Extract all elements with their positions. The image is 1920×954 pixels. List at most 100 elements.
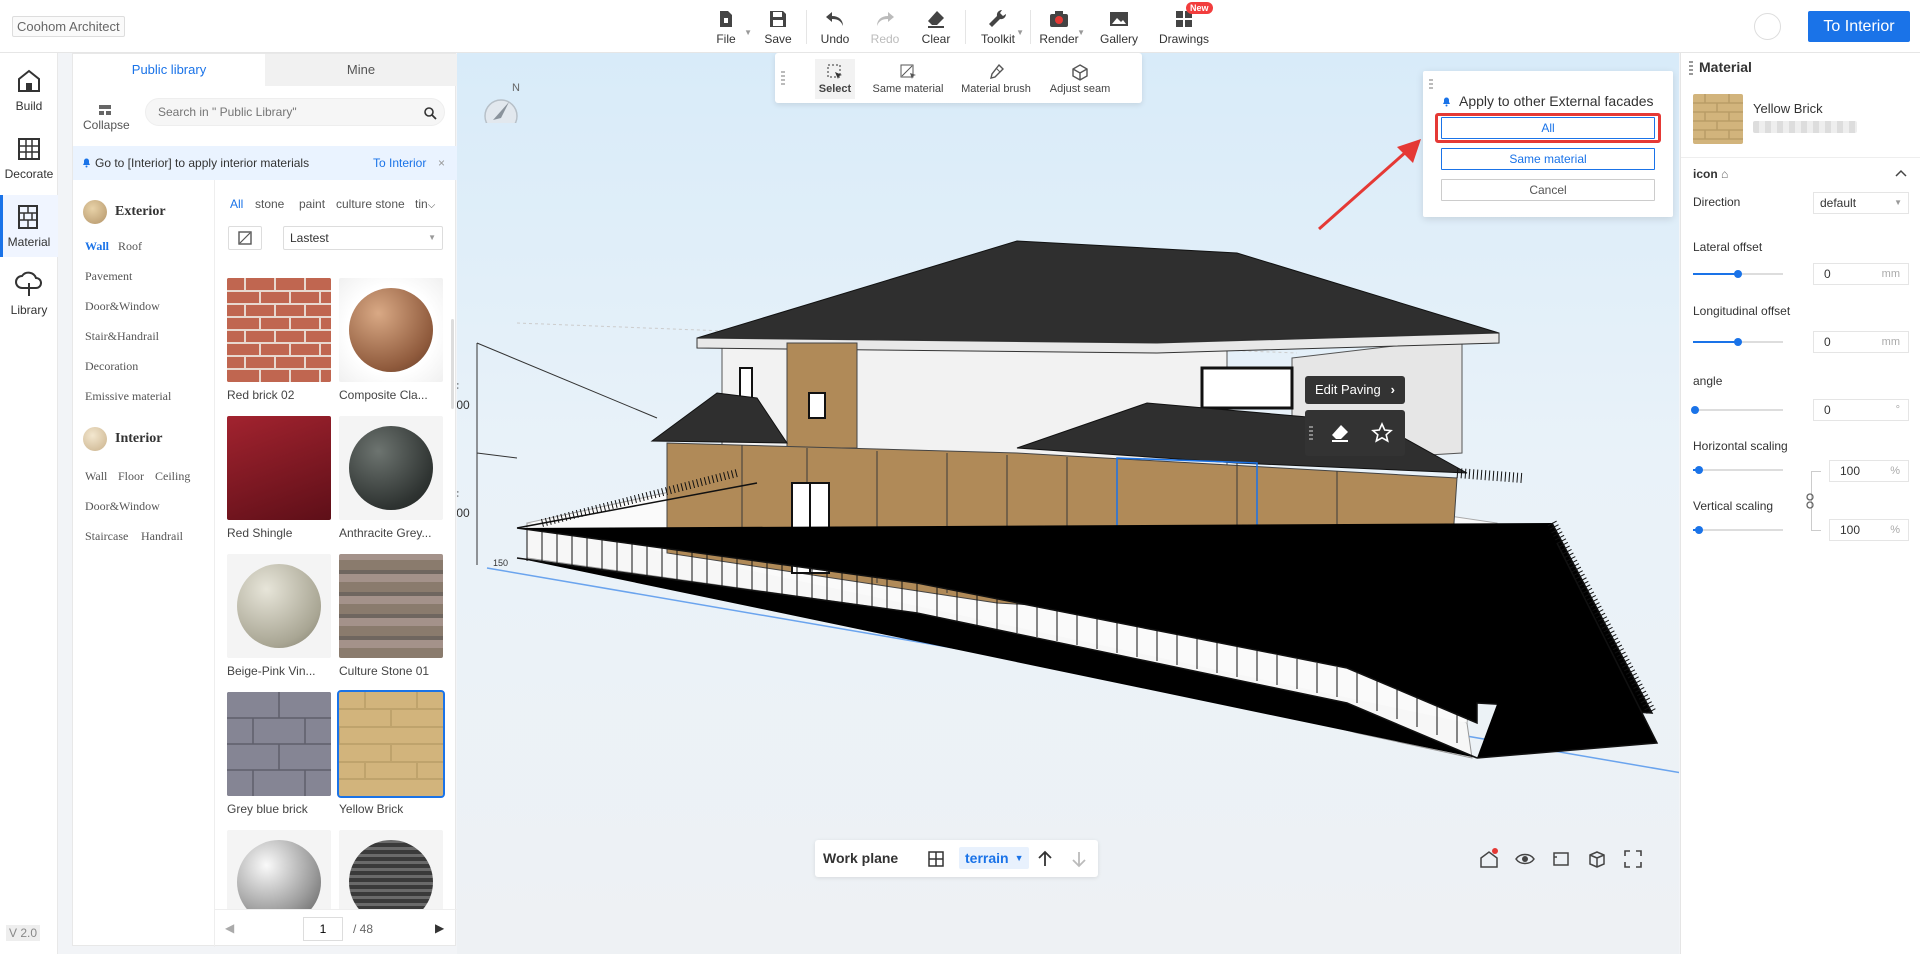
terrain-select[interactable]: terrain ▼ [959, 847, 1029, 869]
adjust-seam-tool[interactable]: Adjust seam [1045, 59, 1115, 99]
category-item-door-window[interactable]: Door&Window [85, 299, 160, 314]
select-tool[interactable]: Select [815, 59, 855, 99]
search-input[interactable] [145, 98, 445, 126]
chevron-up-icon[interactable] [1895, 169, 1907, 177]
filter-tin[interactable]: tin⌵ [415, 197, 435, 211]
category-item-pavement[interactable]: Pavement [85, 269, 132, 284]
avatar[interactable] [1754, 13, 1781, 40]
category-item-handrail[interactable]: Handrail [141, 529, 183, 544]
to-interior-button[interactable]: To Interior [1808, 11, 1910, 42]
longitudinal-offset-input[interactable]: 0 mm [1813, 331, 1909, 353]
drag-handle[interactable] [1429, 79, 1433, 91]
drag-handle[interactable] [1309, 426, 1313, 440]
collapse-button[interactable]: Collapse [83, 104, 130, 132]
angle-slider[interactable] [1691, 406, 1783, 414]
material-card-culture-stone-01[interactable]: Culture Stone 01 [339, 554, 443, 678]
grid-icon[interactable] [927, 850, 945, 868]
drag-handle[interactable] [1689, 61, 1693, 75]
tab-public-library[interactable]: Public library [73, 54, 265, 86]
rail-item-build[interactable]: Build [0, 59, 58, 121]
category-item-roof[interactable]: Roof [118, 239, 142, 254]
slider-knob[interactable] [1734, 270, 1742, 278]
category-item-interior-door-window[interactable]: Door&Window [85, 499, 160, 514]
apply-same-material-button[interactable]: Same material [1441, 148, 1655, 170]
toolkit-button[interactable]: Toolkit ▼ [970, 6, 1026, 48]
library-scrollbar[interactable] [451, 319, 454, 409]
next-page-icon[interactable]: ▶ [435, 921, 444, 935]
rail-item-decorate[interactable]: Decorate [0, 127, 58, 189]
edit-paving-button[interactable]: Edit Paving › [1305, 376, 1405, 404]
longitudinal-offset-slider[interactable] [1693, 338, 1783, 346]
material-card-yellow-brick[interactable]: Yellow Brick [337, 690, 445, 816]
material-card-dark-stripe[interactable] [339, 830, 443, 910]
material-card-grey-blue-brick[interactable]: Grey blue brick [227, 692, 331, 816]
drag-handle[interactable] [781, 71, 785, 85]
category-exterior[interactable]: Exterior [83, 200, 166, 224]
star-icon[interactable] [1371, 422, 1393, 444]
tab-mine[interactable]: Mine [265, 54, 457, 86]
material-card-metal[interactable] [227, 830, 331, 910]
category-item-decoration[interactable]: Decoration [85, 359, 138, 374]
rail-item-material[interactable]: Material [0, 195, 58, 257]
arrow-down-icon[interactable] [1071, 850, 1087, 868]
same-material-tool[interactable]: Same material [871, 59, 945, 99]
cancel-button[interactable]: Cancel [1441, 179, 1655, 201]
home-view-icon[interactable] [1478, 848, 1500, 870]
save-icon [770, 11, 786, 27]
angle-input[interactable]: 0 ° [1813, 399, 1909, 421]
eye-icon[interactable] [1514, 848, 1536, 870]
fullscreen-icon[interactable] [1622, 848, 1644, 870]
material-card-red-shingle[interactable]: Red Shingle [227, 416, 331, 540]
material-card-anthracite-grey[interactable]: Anthracite Grey... [339, 416, 443, 540]
save-button[interactable]: Save [750, 6, 806, 48]
page-input[interactable] [303, 917, 343, 941]
prev-page-icon[interactable]: ◀ [225, 921, 234, 935]
slider-knob[interactable] [1691, 406, 1699, 414]
close-icon[interactable]: × [438, 146, 445, 180]
3d-view-icon[interactable] [1586, 848, 1608, 870]
filter-stone[interactable]: stone [255, 197, 284, 211]
category-item-floor[interactable]: Floor [118, 469, 144, 484]
category-item-wall[interactable]: Wall [85, 239, 109, 254]
undo-button[interactable]: Undo [807, 6, 863, 48]
vertical-scaling-slider[interactable] [1693, 526, 1783, 534]
slider-knob[interactable] [1695, 526, 1703, 534]
slider-knob[interactable] [1734, 338, 1742, 346]
eraser-icon[interactable] [1329, 422, 1351, 444]
section-header[interactable]: icon ⌂ [1693, 167, 1728, 181]
category-item-interior-wall[interactable]: Wall [85, 469, 107, 484]
material-brush-tool[interactable]: Material brush [959, 59, 1033, 99]
category-item-staircase[interactable]: Staircase [85, 529, 128, 544]
link-icon[interactable] [1805, 493, 1815, 509]
render-button[interactable]: Render ▼ [1031, 6, 1087, 48]
3d-viewport[interactable]: N 2F 3000 1F 3000 150 [457, 53, 1679, 954]
lateral-offset-slider[interactable] [1693, 270, 1783, 278]
material-card-beige-pink-vinyl[interactable]: Beige-Pink Vin... [227, 554, 331, 678]
material-card-red-brick[interactable]: Red brick 02 [227, 278, 331, 402]
image-view-toggle[interactable] [228, 226, 262, 250]
category-item-emissive[interactable]: Emissive material [85, 389, 171, 404]
slider-knob[interactable] [1695, 466, 1703, 474]
notice-to-interior-link[interactable]: To Interior [373, 146, 426, 180]
rail-item-library[interactable]: Library [0, 263, 58, 325]
clear-button[interactable]: Clear [908, 6, 964, 48]
filter-paint[interactable]: paint [299, 197, 325, 211]
vertical-scaling-input[interactable]: 100% [1829, 519, 1909, 541]
direction-select[interactable]: default ▼ [1813, 192, 1909, 214]
filter-culture-stone[interactable]: culture stone [336, 197, 405, 211]
file-button[interactable]: File ▼ [698, 6, 754, 48]
sort-select[interactable]: Lastest ▼ [283, 226, 443, 250]
horizontal-scaling-input[interactable]: 100% [1829, 460, 1909, 482]
gallery-button[interactable]: Gallery [1091, 6, 1147, 48]
plan-view-icon[interactable] [1550, 848, 1572, 870]
category-item-stair-handrail[interactable]: Stair&Handrail [85, 329, 159, 344]
horizontal-scaling-slider[interactable] [1693, 466, 1783, 474]
search-icon[interactable] [423, 106, 437, 120]
category-item-ceiling[interactable]: Ceiling [155, 469, 190, 484]
redo-button[interactable]: Redo [857, 6, 913, 48]
arrow-up-icon[interactable] [1037, 850, 1053, 868]
material-card-composite-cladding[interactable]: Composite Cla... [339, 278, 443, 402]
filter-all[interactable]: All [230, 197, 243, 211]
category-interior[interactable]: Interior [83, 427, 162, 451]
lateral-offset-input[interactable]: 0 mm [1813, 263, 1909, 285]
